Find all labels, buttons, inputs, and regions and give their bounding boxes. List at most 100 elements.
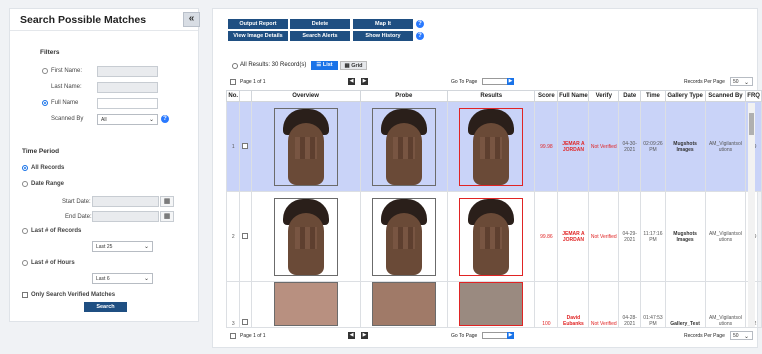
result-image[interactable]: [459, 282, 524, 326]
probe-cell: [359, 281, 449, 328]
filters-title: Filters: [40, 49, 60, 56]
verified-only-checkbox[interactable]: [22, 292, 28, 298]
col-header[interactable]: Scanned By: [704, 90, 747, 102]
delete-button[interactable]: Delete: [290, 19, 350, 29]
overview-image[interactable]: [273, 107, 338, 186]
results-cell: [446, 281, 536, 328]
verified-only-label: Only Search Verified Matches: [31, 292, 116, 298]
records-per-page-select[interactable]: 50 ⌄: [730, 331, 753, 340]
row-checkbox[interactable]: [242, 142, 249, 149]
help-icon[interactable]: ?: [416, 32, 424, 40]
prev-page-icon[interactable]: ◀: [348, 332, 355, 339]
col-header[interactable]: Probe: [359, 90, 449, 102]
chevron-down-icon: ⌄: [143, 244, 149, 250]
row-checkbox[interactable]: [242, 232, 249, 239]
col-header[interactable]: Time: [640, 90, 666, 102]
overview-image[interactable]: [273, 282, 338, 326]
start-date-field[interactable]: [92, 196, 159, 207]
col-header[interactable]: Date: [618, 90, 642, 102]
next-page-icon[interactable]: ▶: [361, 78, 368, 85]
calendar-icon[interactable]: ▦: [160, 196, 174, 207]
last-name-field[interactable]: [97, 82, 158, 93]
col-header[interactable]: Gallery Type: [664, 90, 706, 102]
search-alerts-button[interactable]: Search Alerts: [290, 31, 350, 41]
full-name-radio[interactable]: [42, 100, 48, 106]
result-image[interactable]: [459, 197, 524, 276]
full-name-cell[interactable]: David Eubanks: [557, 281, 590, 328]
verify-cell[interactable]: Not Verified: [588, 281, 620, 328]
next-page-icon[interactable]: ▶: [361, 332, 368, 339]
gallery-type-cell: Gallery_Test: [664, 281, 706, 328]
date-cell: 04-29-2021: [618, 191, 642, 282]
collapse-panel-button[interactable]: «: [183, 12, 200, 27]
table-scrollbar[interactable]: [748, 103, 755, 327]
col-header[interactable]: FRQ: [745, 90, 762, 102]
all-results-checkbox[interactable]: [232, 63, 238, 69]
all-records-radio[interactable]: [22, 165, 28, 171]
last-records-label: Last # of Records: [31, 228, 82, 234]
table-row[interactable]: 3 100 David Eubanks Not Verified 04-28-2…: [225, 281, 762, 328]
last-records-select[interactable]: Last 25 ⌄: [92, 241, 153, 252]
results-cell: [446, 191, 536, 282]
gallery-type-cell: Mugshots Images: [664, 101, 706, 192]
overview-cell: [250, 191, 361, 282]
select-all-checkbox[interactable]: [230, 79, 236, 85]
last-hours-select[interactable]: Last 6 ⌄: [92, 273, 153, 284]
search-button[interactable]: Search: [84, 302, 127, 312]
date-range-radio[interactable]: [22, 181, 28, 187]
col-header[interactable]: Score: [534, 90, 559, 102]
full-name-cell[interactable]: JEMAR A JORDAN: [557, 191, 590, 282]
records-per-page-value: 50: [733, 333, 739, 339]
grid-view-toggle[interactable]: ▦ Grid: [340, 61, 367, 70]
calendar-icon[interactable]: ▦: [160, 211, 174, 222]
probe-image[interactable]: [371, 282, 436, 326]
chevron-down-icon: ⌄: [743, 80, 749, 86]
all-results-label: All Results: 30 Record(s): [240, 62, 307, 68]
page-label: Page 1 of 1: [240, 333, 266, 339]
full-name-field[interactable]: [97, 98, 158, 109]
probe-image[interactable]: [371, 197, 436, 276]
all-records-label: All Records: [31, 165, 65, 171]
view-image-details-button[interactable]: View Image Details: [228, 31, 288, 41]
verify-cell[interactable]: Not Verified: [588, 101, 620, 192]
overview-image[interactable]: [273, 197, 338, 276]
records-per-page-value: 50: [733, 79, 739, 85]
show-history-button[interactable]: Show History: [353, 31, 413, 41]
col-header[interactable]: Full Name: [557, 90, 590, 102]
row-number: 2: [225, 191, 241, 282]
output-report-button[interactable]: Output Report: [228, 19, 288, 29]
last-records-value: Last 25: [96, 244, 113, 250]
start-date-label: Start Date:: [62, 199, 91, 205]
row-checkbox-cell: [239, 281, 252, 328]
full-name-cell[interactable]: JEMAR A JORDAN: [557, 101, 590, 192]
table-row[interactable]: 2 99.86 JEMAR A JORDAN Not Verified 04-2…: [225, 191, 762, 282]
last-records-radio[interactable]: [22, 228, 28, 234]
help-icon[interactable]: ?: [416, 20, 424, 28]
col-header[interactable]: Results: [446, 90, 536, 102]
row-checkbox[interactable]: [242, 319, 249, 325]
full-name-label: Full Name: [51, 100, 79, 106]
go-page-icon[interactable]: ▶: [507, 78, 514, 85]
select-all-checkbox[interactable]: [230, 333, 236, 339]
help-icon[interactable]: ?: [161, 115, 169, 123]
last-hours-radio[interactable]: [22, 260, 28, 266]
col-header[interactable]: Verify: [588, 90, 620, 102]
first-name-radio[interactable]: [42, 68, 48, 74]
table-row[interactable]: 1 99.98 JEMAR A JORDAN Not Verified 04-3…: [225, 101, 762, 192]
first-name-field[interactable]: [97, 66, 158, 77]
col-header[interactable]: Overview: [250, 90, 361, 102]
records-per-page-select[interactable]: 50 ⌄: [730, 77, 753, 86]
map-it-button[interactable]: Map It: [353, 19, 413, 29]
verify-cell[interactable]: Not Verified: [588, 191, 620, 282]
end-date-field[interactable]: [92, 211, 159, 222]
scroll-thumb[interactable]: [749, 113, 754, 135]
list-view-toggle[interactable]: ☰ List: [311, 61, 338, 70]
col-header: [239, 90, 252, 102]
go-page-icon[interactable]: ▶: [507, 332, 514, 339]
result-image[interactable]: [459, 107, 524, 186]
scanned-by-value: All: [101, 117, 107, 123]
prev-page-icon[interactable]: ◀: [348, 78, 355, 85]
probe-image[interactable]: [371, 107, 436, 186]
row-number: 3: [225, 281, 241, 328]
scanned-by-select[interactable]: All ⌄: [97, 114, 158, 125]
